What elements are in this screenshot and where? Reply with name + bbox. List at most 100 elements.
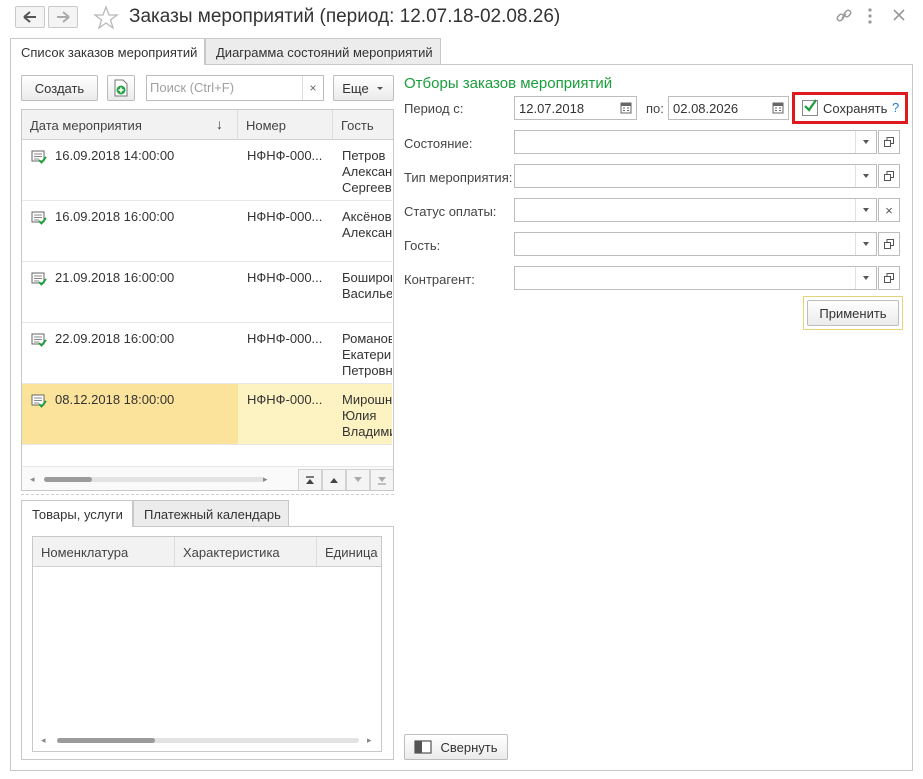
open-window-icon xyxy=(884,273,894,283)
chevron-down-icon[interactable] xyxy=(855,267,876,289)
splitter[interactable] xyxy=(21,494,394,495)
cell-guest: МирошниченкоЮлияВладимировна xyxy=(333,384,392,444)
state-open-button[interactable] xyxy=(878,130,900,154)
chevron-down-icon[interactable] xyxy=(855,131,876,153)
column-header-nomenclature[interactable]: Номенклатура xyxy=(33,537,175,567)
cell-guest: АксёновАлександр xyxy=(333,201,392,261)
next-row-button[interactable] xyxy=(346,469,370,490)
guest-label: Гость: xyxy=(404,238,441,253)
guest-name-line: Владимировна xyxy=(342,424,392,439)
payment-status-field[interactable] xyxy=(514,198,877,222)
clear-search-icon[interactable]: × xyxy=(302,76,323,100)
chevron-down-icon[interactable] xyxy=(855,165,876,187)
state-field[interactable] xyxy=(514,130,877,154)
column-header-characteristic[interactable]: Характеристика xyxy=(175,537,317,567)
create-copy-button[interactable] xyxy=(107,75,135,101)
period-to-label: по: xyxy=(646,101,664,116)
orders-table[interactable]: Дата мероприятия ↓ Номер Гость 16.09.201… xyxy=(21,109,394,491)
back-button[interactable] xyxy=(15,6,45,28)
cell-number: НФНФ-000... xyxy=(238,140,333,200)
goods-scroll-left-icon[interactable]: ◂ xyxy=(41,735,46,746)
event-date: 22.09.2018 16:00:00 xyxy=(55,331,175,346)
save-checkbox[interactable] xyxy=(802,99,818,116)
open-window-icon xyxy=(884,239,894,249)
guest-name-line: Александр xyxy=(342,164,392,179)
table-body: 16.09.2018 14:00:00 НФНФ-000... Петров Алек… xyxy=(22,140,393,446)
horizontal-scrollbar[interactable] xyxy=(44,477,264,482)
column-header-guest[interactable]: Гость xyxy=(333,110,393,140)
forward-button[interactable] xyxy=(48,6,78,28)
close-icon[interactable] xyxy=(892,8,906,25)
order-number: НФНФ-000... xyxy=(247,392,323,407)
scrollbar-thumb[interactable] xyxy=(44,477,92,482)
period-to-value: 02.08.2026 xyxy=(673,101,739,116)
guest-name: АксёновАлександр xyxy=(342,209,392,241)
goods-table[interactable]: Номенклатура Характеристика Единица ◂ ▸ xyxy=(32,536,382,752)
guest-name-line: Боширов xyxy=(342,270,392,285)
calendar-icon[interactable] xyxy=(620,101,632,117)
more-menu-icon[interactable] xyxy=(866,7,874,28)
chevron-down-icon[interactable] xyxy=(855,199,876,221)
period-from-label: Период с: xyxy=(404,101,464,116)
sort-desc-icon: ↓ xyxy=(216,116,223,132)
table-row[interactable]: 16.09.2018 14:00:00 НФНФ-000... Петров Алек… xyxy=(22,140,392,201)
table-row[interactable]: 22.09.2018 16:00:00 НФНФ-000... РомановаЕк… xyxy=(22,323,392,384)
event-type-label: Тип мероприятия: xyxy=(404,170,513,185)
table-row[interactable]: 16.09.2018 16:00:00 НФНФ-000... Аксёнов Але… xyxy=(22,201,392,262)
counterparty-open-button[interactable] xyxy=(878,266,900,290)
payment-status-clear-button[interactable]: × xyxy=(878,198,900,222)
period-from-field[interactable]: 12.07.2018 xyxy=(514,96,637,120)
guest-name-line: Васильевич xyxy=(342,286,392,301)
goods-horizontal-scrollbar[interactable] xyxy=(57,738,359,743)
open-window-icon xyxy=(884,171,894,181)
scroll-left-icon[interactable]: ◂ xyxy=(30,474,35,485)
tab-orders-list[interactable]: Список заказов мероприятий xyxy=(10,38,205,65)
column-header-number[interactable]: Номер xyxy=(238,110,333,140)
event-type-field[interactable] xyxy=(514,164,877,188)
search-input[interactable]: Поиск (Ctrl+F) × xyxy=(146,75,324,101)
more-button[interactable]: Еще xyxy=(333,75,394,101)
event-type-open-button[interactable] xyxy=(878,164,900,188)
open-window-icon xyxy=(884,137,894,147)
collapse-button[interactable]: Свернуть xyxy=(404,734,508,760)
search-placeholder: Поиск (Ctrl+F) xyxy=(150,80,235,95)
counterparty-field[interactable] xyxy=(514,266,877,290)
first-row-button[interactable] xyxy=(298,469,322,490)
chevron-down-icon[interactable] xyxy=(855,233,876,255)
guest-name: МирошниченкоЮлияВладимировна xyxy=(342,392,392,440)
checkmark-icon xyxy=(804,99,817,112)
cell-date: 16.09.2018 14:00:00 xyxy=(22,140,238,200)
cell-guest: РомановаЕкатеринаПетровна xyxy=(333,323,392,383)
save-checkbox-label[interactable]: Сохранять xyxy=(823,101,887,116)
cell-date: 08.12.2018 18:00:00 xyxy=(22,384,238,444)
column-header-unit[interactable]: Единица xyxy=(317,537,381,567)
cell-number: НФНФ-000... xyxy=(238,262,333,322)
guest-open-button[interactable] xyxy=(878,232,900,256)
table-row[interactable]: 08.12.2018 18:00:00 НФНФ-000... Мирошничен… xyxy=(22,384,392,445)
help-link[interactable]: ? xyxy=(892,100,899,115)
scroll-right-icon[interactable]: ▸ xyxy=(263,474,268,485)
state-label: Состояние: xyxy=(404,136,473,151)
guest-name: РомановаЕкатеринаПетровна xyxy=(342,331,392,379)
tab-status-diagram[interactable]: Диаграмма состояний мероприятий xyxy=(205,38,441,64)
link-icon[interactable] xyxy=(835,7,853,28)
more-button-label: Еще xyxy=(342,80,369,96)
create-button[interactable]: Создать xyxy=(21,75,98,101)
tab-payment-calendar[interactable]: Платежный календарь xyxy=(133,500,289,526)
column-header-date[interactable]: Дата мероприятия ↓ xyxy=(22,110,238,140)
prev-row-button[interactable] xyxy=(322,469,346,490)
apply-button[interactable]: Применить xyxy=(807,300,899,326)
goods-scrollbar-thumb[interactable] xyxy=(57,738,155,743)
goods-scroll-right-icon[interactable]: ▸ xyxy=(367,735,372,746)
arrow-up-icon xyxy=(330,478,338,483)
period-to-field[interactable]: 02.08.2026 xyxy=(668,96,789,120)
guest-field[interactable] xyxy=(514,232,877,256)
table-row[interactable]: 21.09.2018 16:00:00 НФНФ-000... Боширов Вас… xyxy=(22,262,392,323)
column-header-date-label: Дата мероприятия xyxy=(30,118,142,133)
last-row-button[interactable] xyxy=(370,469,393,490)
document-posted-icon xyxy=(31,394,47,408)
tab-goods-services[interactable]: Товары, услуги xyxy=(21,500,133,527)
calendar-icon[interactable] xyxy=(772,101,784,117)
clear-icon: × xyxy=(885,202,893,218)
favorite-star-icon[interactable] xyxy=(93,5,119,32)
